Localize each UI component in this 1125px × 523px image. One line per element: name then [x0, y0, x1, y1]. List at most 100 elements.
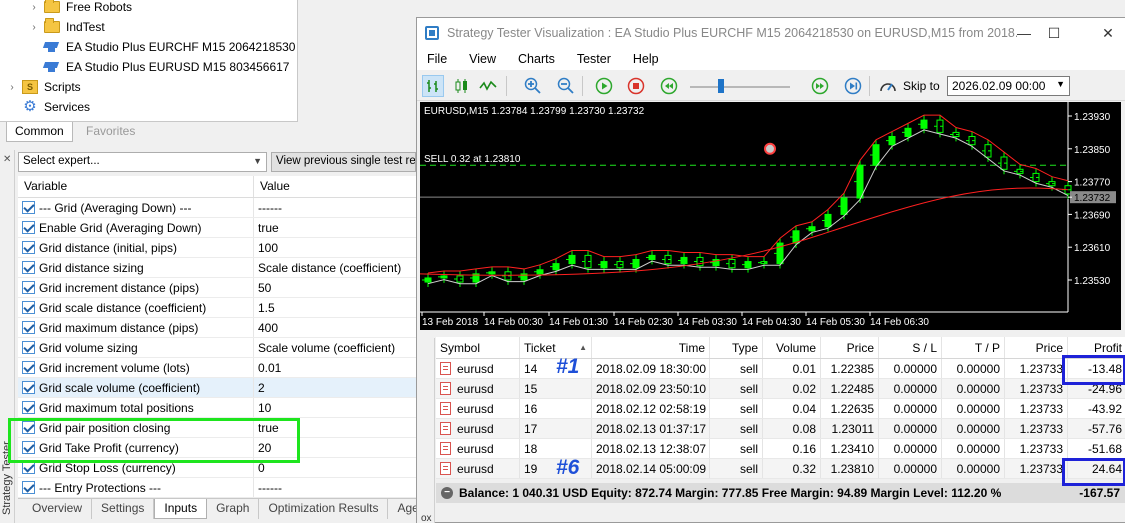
tab-settings[interactable]: Settings: [92, 499, 155, 519]
maximize-button[interactable]: ☐: [1037, 18, 1071, 48]
checkbox[interactable]: [22, 321, 35, 334]
input-row[interactable]: Grid increment distance (pips) 50: [18, 278, 416, 298]
input-value-cell[interactable]: 50: [254, 278, 416, 297]
checkbox[interactable]: [22, 201, 35, 214]
column-header-profit[interactable]: Profit: [1068, 337, 1125, 358]
checkbox[interactable]: [22, 221, 35, 234]
tree-item-ea-eurusd[interactable]: EA Studio Plus EURUSD M15 803456617: [40, 57, 289, 77]
column-header-tp[interactable]: T / P: [942, 337, 1005, 358]
input-row[interactable]: Grid maximum total positions 10: [18, 398, 416, 418]
column-header-price[interactable]: Price: [821, 337, 879, 358]
zoom-out-button[interactable]: [555, 75, 577, 97]
tree-item-services[interactable]: ⚙ Services: [18, 97, 90, 117]
menu-charts[interactable]: Charts: [518, 52, 555, 66]
tree-item-free-robots[interactable]: › Free Robots: [28, 0, 132, 17]
column-header-value[interactable]: Value: [254, 176, 290, 197]
menu-tester[interactable]: Tester: [577, 52, 611, 66]
collapse-icon[interactable]: −: [441, 487, 453, 499]
checkbox[interactable]: [22, 401, 35, 414]
input-value-cell[interactable]: 2: [254, 378, 416, 397]
input-row[interactable]: Grid maximum distance (pips) 400: [18, 318, 416, 338]
stop-button[interactable]: [625, 75, 647, 97]
input-row[interactable]: Grid scale distance (coefficient) 1.5: [18, 298, 416, 318]
tab-graph[interactable]: Graph: [207, 499, 260, 519]
trade-row[interactable]: eurusd 18 2018.02.13 12:38:07 sell 0.16 1.234…: [436, 439, 1125, 459]
tab-inputs[interactable]: Inputs: [154, 499, 208, 519]
trade-row[interactable]: eurusd 17 2018.02.13 01:37:17 sell 0.08 1.230…: [436, 419, 1125, 439]
chevron-right-icon[interactable]: ›: [28, 22, 40, 33]
checkbox[interactable]: [22, 261, 35, 274]
input-value-cell[interactable]: ------: [254, 478, 416, 497]
column-header-type[interactable]: Type: [710, 337, 763, 358]
input-row[interactable]: Grid pair position closing true: [18, 418, 416, 438]
menu-help[interactable]: Help: [633, 52, 659, 66]
input-row[interactable]: --- Entry Protections --- ------: [18, 478, 416, 498]
input-value-cell[interactable]: true: [254, 218, 416, 237]
column-header-variable[interactable]: Variable: [18, 176, 254, 197]
input-value-cell[interactable]: ------: [254, 198, 416, 217]
play-button[interactable]: [593, 75, 615, 97]
column-header-symbol[interactable]: Symbol: [436, 337, 520, 358]
tab-overview[interactable]: Overview: [18, 499, 93, 519]
chevron-right-icon[interactable]: ›: [6, 82, 18, 93]
input-value-cell[interactable]: 100: [254, 238, 416, 257]
line-chart-button[interactable]: [477, 75, 499, 97]
chart-canvas[interactable]: EURUSD,M15 1.23784 1.23799 1.23730 1.237…: [420, 102, 1121, 330]
window-titlebar[interactable]: Strategy Tester Visualization : EA Studi…: [417, 18, 1125, 48]
input-value-cell[interactable]: 0: [254, 458, 416, 477]
checkbox[interactable]: [22, 361, 35, 374]
column-header-current-price[interactable]: Price: [1005, 337, 1068, 358]
menu-file[interactable]: File: [427, 52, 447, 66]
close-icon[interactable]: ✕: [3, 154, 11, 165]
input-value-cell[interactable]: 20: [254, 438, 416, 457]
input-row[interactable]: Enable Grid (Averaging Down) true: [18, 218, 416, 238]
menu-view[interactable]: View: [469, 52, 496, 66]
input-value-cell[interactable]: Scale distance (coefficient): [254, 258, 416, 277]
input-row[interactable]: Grid Take Profit (currency) 20: [18, 438, 416, 458]
input-value-cell[interactable]: 10: [254, 398, 416, 417]
column-header-time[interactable]: Time: [592, 337, 710, 358]
checkbox[interactable]: [22, 461, 35, 474]
skip-to-button[interactable]: [877, 75, 899, 97]
input-row[interactable]: Grid increment volume (lots) 0.01: [18, 358, 416, 378]
input-row[interactable]: Grid distance sizing Scale distance (coef…: [18, 258, 416, 278]
checkbox[interactable]: [22, 381, 35, 394]
trade-row[interactable]: eurusd 14 2018.02.09 18:30:00 sell 0.01 1.223…: [436, 359, 1125, 379]
input-value-cell[interactable]: 400: [254, 318, 416, 337]
trade-row[interactable]: eurusd 19 2018.02.14 05:00:09 sell 0.32 1.238…: [436, 459, 1125, 479]
step-forward-button[interactable]: [842, 75, 864, 97]
speed-slider-thumb[interactable]: [718, 79, 724, 93]
input-row[interactable]: Grid scale volume (coefficient) 2: [18, 378, 416, 398]
speed-up-button[interactable]: [809, 75, 831, 97]
checkbox[interactable]: [22, 281, 35, 294]
tab-favorites[interactable]: Favorites: [78, 122, 143, 142]
trade-row[interactable]: eurusd 16 2018.02.12 02:58:19 sell 0.04 1.226…: [436, 399, 1125, 419]
input-value-cell[interactable]: 0.01: [254, 358, 416, 377]
slow-down-button[interactable]: [658, 75, 680, 97]
view-previous-results-button[interactable]: View previous single test results: [271, 152, 416, 172]
checkbox[interactable]: [22, 421, 35, 434]
column-header-volume[interactable]: Volume: [763, 337, 821, 358]
trade-row[interactable]: eurusd 15 2018.02.09 23:50:10 sell 0.02 1.224…: [436, 379, 1125, 399]
checkbox[interactable]: [22, 341, 35, 354]
expert-select[interactable]: Select expert... ▼: [18, 152, 267, 172]
input-row[interactable]: Grid volume sizing Scale volume (coeffici…: [18, 338, 416, 358]
zoom-in-button[interactable]: [522, 75, 544, 97]
checkbox[interactable]: [22, 441, 35, 454]
close-window-button[interactable]: ✕: [1091, 18, 1125, 48]
bar-chart-button[interactable]: [422, 75, 444, 97]
column-header-sl[interactable]: S / L: [879, 337, 942, 358]
candlestick-button[interactable]: [451, 75, 473, 97]
price-chart[interactable]: EURUSD,M15 1.23784 1.23799 1.23730 1.237…: [420, 102, 1121, 330]
speed-slider-track[interactable]: [690, 86, 790, 88]
tab-common[interactable]: Common: [6, 122, 73, 142]
tree-item-ea-eurchf[interactable]: EA Studio Plus EURCHF M15 2064218530: [40, 37, 295, 57]
input-row[interactable]: --- Grid (Averaging Down) --- ------: [18, 198, 416, 218]
input-value-cell[interactable]: Scale volume (coefficient): [254, 338, 416, 357]
minimize-button[interactable]: —: [1007, 18, 1041, 48]
skip-to-date-picker[interactable]: 2026.02.09 00:00 ▼: [947, 76, 1070, 96]
input-value-cell[interactable]: 1.5: [254, 298, 416, 317]
input-value-cell[interactable]: true: [254, 418, 416, 437]
input-row[interactable]: Grid distance (initial, pips) 100: [18, 238, 416, 258]
checkbox[interactable]: [22, 481, 35, 494]
